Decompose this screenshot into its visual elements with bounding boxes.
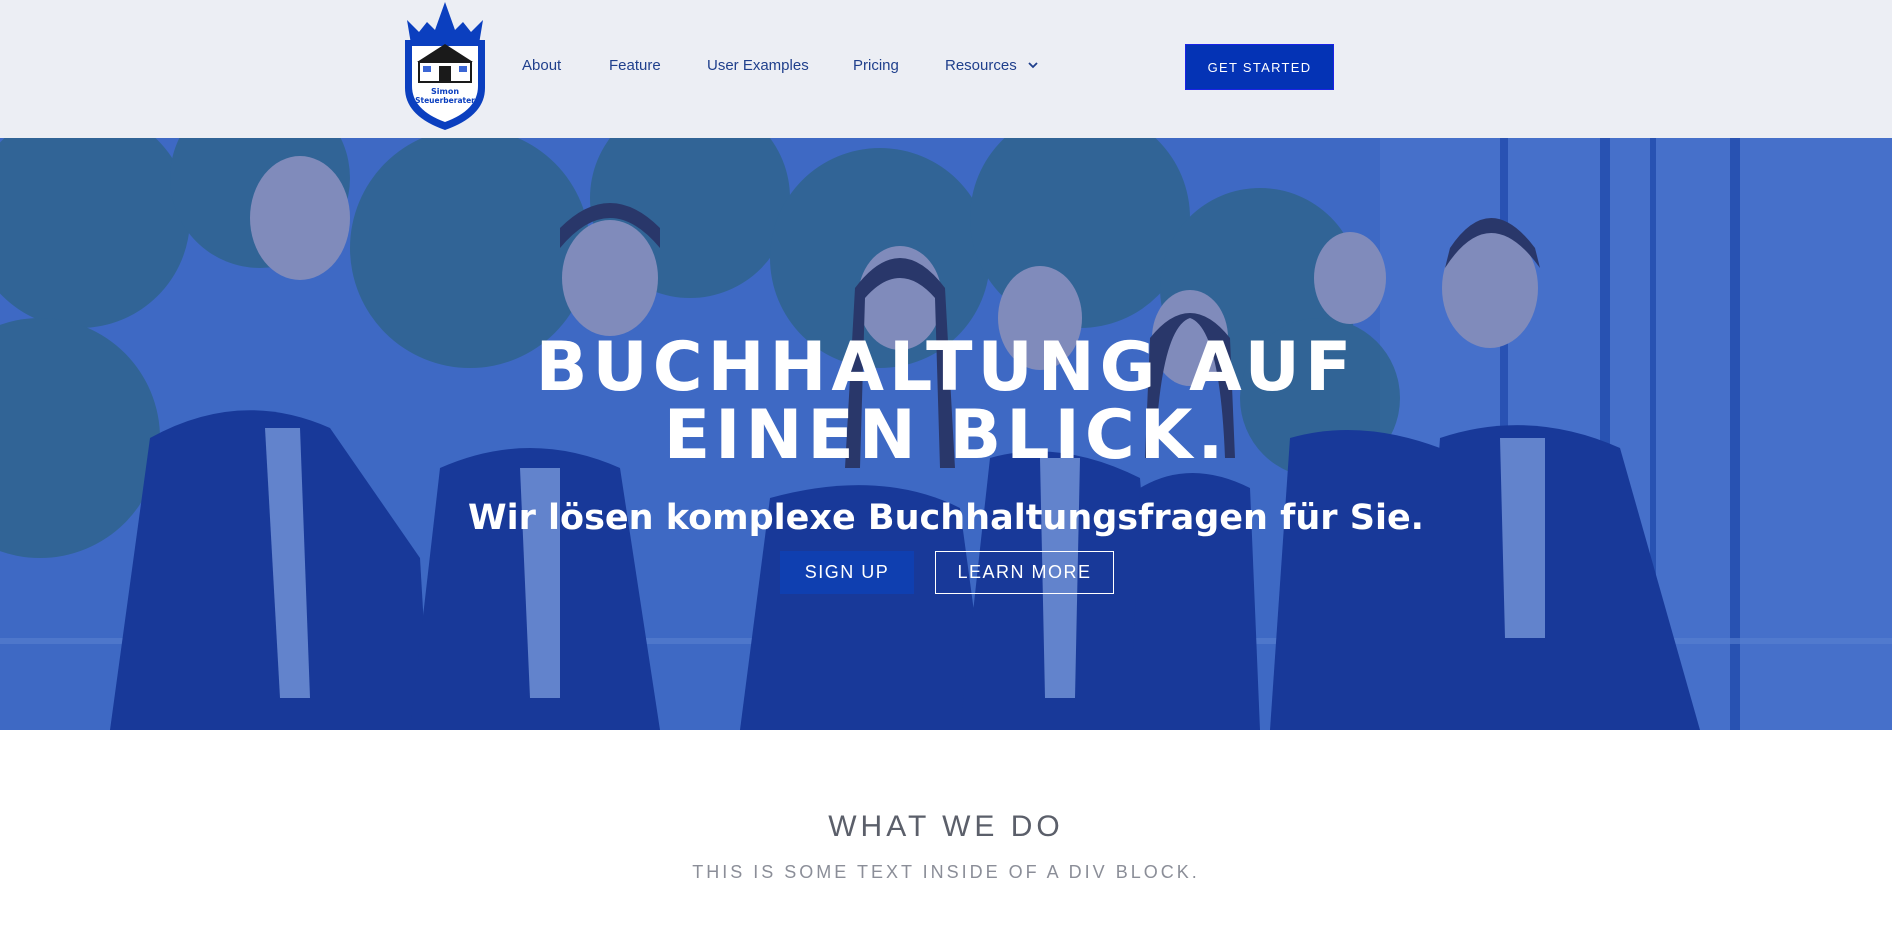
get-started-button[interactable]: GET STARTED [1185,44,1334,90]
chevron-down-icon [1028,62,1038,69]
svg-text:Steuerberater: Steuerberater [415,96,475,105]
section-title: WHAT WE DO [828,810,1064,843]
nav-link-user-examples[interactable]: User Examples [707,57,809,75]
hero-section: BUCHHALTUNG AUF EINEN BLICK. Wir lösen k… [0,138,1892,730]
site-header: Simon Steuerberater About Feature User E… [0,0,1892,138]
nav-link-about[interactable]: About [522,57,561,75]
nav-dropdown-resources[interactable]: Resources [945,57,1039,75]
svg-text:Simon: Simon [431,87,459,96]
shield-logo-icon: Simon Steuerberater [405,2,485,130]
brand-logo[interactable]: Simon Steuerberater [397,0,493,132]
hero-title: BUCHHALTUNG AUF EINEN BLICK. [446,334,1446,470]
section-subtitle: THIS IS SOME TEXT INSIDE OF A DIV BLOCK. [692,862,1200,882]
nav-link-pricing[interactable]: Pricing [853,57,899,75]
hero-subtitle: Wir lösen komplexe Buchhaltungsfragen fü… [468,498,1424,538]
nav-dropdown-resources-label: Resources [945,57,1017,74]
hero-title-line-2: EINEN BLICK. [663,396,1229,475]
nav-link-feature[interactable]: Feature [609,57,661,75]
learn-more-button[interactable]: LEARN MORE [935,551,1114,594]
sign-up-button[interactable]: SIGN UP [780,551,914,594]
